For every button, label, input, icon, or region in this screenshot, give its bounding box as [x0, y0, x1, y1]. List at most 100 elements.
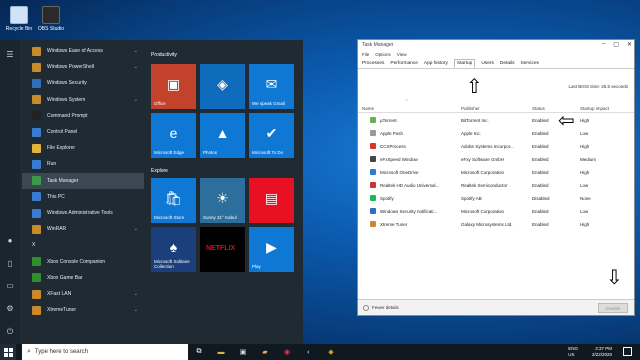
app-icon[interactable]: ▰: [254, 344, 276, 360]
document-icon[interactable]: ▯: [5, 259, 15, 269]
tab-performance[interactable]: Performance: [390, 61, 417, 66]
app-list-item[interactable]: X: [22, 237, 144, 253]
tab-app-history[interactable]: App history: [424, 61, 448, 66]
cell-name: Apple Push: [380, 131, 404, 136]
last-bios-time: Last BIOS time: 25.5 seconds: [568, 84, 628, 89]
start-tile[interactable]: e Microsoft Edge: [151, 113, 196, 158]
start-tile[interactable]: ▲ Photos: [200, 113, 245, 158]
tile-icon: ☀: [216, 190, 229, 206]
table-row[interactable]: Microsoft OneDrive Microsoft Corporation E…: [358, 166, 634, 179]
edge-icon[interactable]: ◐: [298, 344, 320, 360]
notification-icon[interactable]: [623, 347, 632, 356]
tab-services[interactable]: Services: [521, 61, 539, 66]
app-icon: [32, 143, 41, 153]
app-list-item[interactable]: Command Prompt: [22, 108, 144, 124]
table-row[interactable]: CCXProcess Adobe Systems Incorpor... Enabl…: [358, 140, 634, 153]
start-tile[interactable]: ✉ We speak Gmail: [249, 64, 294, 109]
menu-item[interactable]: View: [397, 52, 407, 57]
start-tile[interactable]: ♠ Microsoft Solitaire Collection: [151, 227, 196, 272]
cell-impact: Low: [580, 131, 589, 136]
app-list-item[interactable]: XtremeTuner ⌄: [22, 302, 144, 318]
tile-label: We speak Gmail: [252, 101, 285, 106]
tab-startup[interactable]: Startup: [453, 58, 476, 68]
tile-icon: ▣: [166, 76, 181, 92]
table-row[interactable]: Apple Push Apple Inc. Enabled Low: [358, 127, 634, 140]
app-list-item[interactable]: Windows PowerShell ⌄: [22, 59, 144, 75]
maximize-icon[interactable]: ▢: [613, 41, 619, 48]
app-list-item[interactable]: Run: [22, 156, 144, 172]
desktop-icon-recycle-bin[interactable]: Recycle Bin: [2, 6, 36, 32]
app-list-item[interactable]: Task Manager: [22, 172, 144, 189]
app-label: XFast LAN: [47, 291, 72, 297]
app-list-item[interactable]: This PC: [22, 189, 144, 205]
disable-button[interactable]: Disable: [598, 303, 628, 313]
start-tile[interactable]: NETFLIX: [200, 227, 245, 272]
start-rail: ☰ ● ▯ ▭ ⚙ ⏻: [0, 40, 20, 344]
desktop-icon-obs[interactable]: OBS Studio: [34, 6, 68, 32]
tab-users[interactable]: Users: [481, 61, 494, 66]
start-tile[interactable]: 🛍 Microsoft Store: [151, 178, 196, 223]
menu-item[interactable]: Options: [375, 52, 391, 57]
app-label: Windows Administrative Tools: [47, 210, 113, 216]
start-tile[interactable]: ▤: [249, 178, 294, 223]
app-list-item[interactable]: Xbox Game Bar: [22, 270, 144, 286]
cell-impact: Medium: [580, 157, 597, 162]
app-list-item[interactable]: Windows Security: [22, 75, 144, 91]
app-icon-2[interactable]: ◆: [320, 344, 342, 360]
column-header-status[interactable]: Status: [532, 106, 545, 111]
settings-icon[interactable]: ⚙: [5, 304, 15, 314]
app-label: Run: [47, 161, 57, 168]
app-list-item[interactable]: Control Panel: [22, 124, 144, 140]
taskbar-search-box[interactable]: ⌕ Type here to search: [22, 344, 188, 360]
tile-label: Microsoft Solitaire Collection: [154, 259, 190, 269]
footer-bar: Fewer details Disable: [358, 299, 634, 315]
chrome-icon[interactable]: ◉: [276, 344, 298, 360]
app-list-item[interactable]: Windows Administrative Tools: [22, 205, 144, 221]
language-indicator[interactable]: ENG US: [568, 346, 578, 358]
hamburger-menu-icon[interactable]: ☰: [5, 50, 15, 60]
app-list-item[interactable]: WinRAR ⌄: [22, 221, 144, 237]
app-list-item[interactable]: Windows Ease of Access ⌄: [22, 43, 144, 59]
tab-details[interactable]: Details: [500, 61, 515, 66]
title-bar[interactable]: Task Manager: [358, 40, 634, 50]
close-icon[interactable]: ✕: [627, 41, 632, 48]
table-row[interactable]: Realtek HD Audio Universal... Realtek Sem…: [358, 179, 634, 192]
table-row[interactable]: eFxSpeed Window eFxy Software GmbH Enabled…: [358, 153, 634, 166]
table-row[interactable]: µTorrent BitTorrent Inc. Enabled High: [358, 114, 634, 127]
clock[interactable]: 3:37 PM 2/22/2020: [592, 346, 612, 358]
column-header-publisher[interactable]: Publisher: [461, 106, 480, 111]
chevron-up-icon[interactable]: [363, 305, 369, 311]
cell-status: Disabled: [532, 196, 550, 201]
store-icon[interactable]: ▣: [232, 344, 254, 360]
cell-status: Enabled: [532, 222, 549, 227]
power-icon[interactable]: ⏻: [5, 327, 15, 337]
table-row[interactable]: Spotify Spotify AB Disabled None: [358, 192, 634, 205]
pictures-icon[interactable]: ▭: [5, 281, 15, 291]
fewer-details-link[interactable]: Fewer details: [372, 305, 399, 310]
app-label: Command Prompt: [47, 112, 88, 119]
user-icon[interactable]: ●: [5, 236, 15, 246]
tab-processes[interactable]: Processes: [362, 61, 384, 66]
column-header-impact[interactable]: Startup impact: [580, 106, 609, 111]
start-tile[interactable]: ▶ Play: [249, 227, 294, 272]
column-header-name[interactable]: Name: [362, 106, 374, 111]
start-tile[interactable]: ◈: [200, 64, 245, 109]
file-explorer-icon[interactable]: ▬: [210, 344, 232, 360]
minimize-icon[interactable]: –: [602, 41, 605, 48]
cell-impact: Low: [580, 209, 589, 214]
app-label: Task Manager: [47, 177, 79, 184]
start-button[interactable]: [0, 344, 16, 360]
app-list-item[interactable]: File Explorer: [22, 140, 144, 156]
tile-icon: ✉: [265, 76, 278, 92]
app-list-item[interactable]: XFast LAN ⌄: [22, 286, 144, 302]
app-list-item[interactable]: Xbox Console Companion: [22, 254, 144, 270]
app-list-item[interactable]: Windows System ⌄: [22, 92, 144, 108]
table-row[interactable]: Windows Security notificati... Microsoft …: [358, 205, 634, 218]
start-tile[interactable]: ☀ Sunny 31° Kabul: [200, 178, 245, 223]
menu-item[interactable]: File: [362, 52, 369, 57]
table-row[interactable]: Xtreme Tuner Galaxy Microsystems Ltd. Enab…: [358, 218, 634, 231]
task-view-icon[interactable]: ⧉: [188, 344, 210, 360]
start-tile[interactable]: ✔ Microsoft To Do: [249, 113, 294, 158]
cell-name: Windows Security notificati...: [380, 209, 438, 214]
start-tile[interactable]: ▣ Office: [151, 64, 196, 109]
